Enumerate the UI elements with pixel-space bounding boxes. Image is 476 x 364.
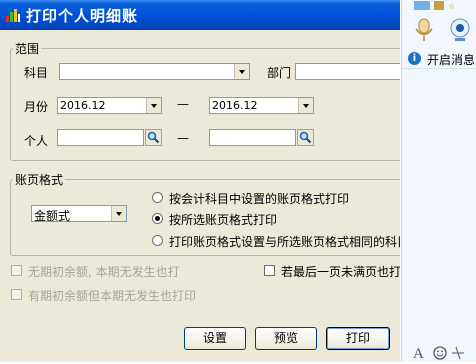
month-range-dash: — [177, 97, 189, 111]
font-icon: A [413, 346, 424, 361]
dialog-title: 打印个人明细账 [26, 7, 139, 25]
app-shortcut-icon: ☆ [414, 1, 456, 12]
chevron-down-icon[interactable] [146, 98, 161, 113]
notice-text[interactable]: 开启消息 [427, 51, 475, 68]
microphone-icon[interactable] [410, 16, 438, 44]
print-button[interactable]: 打印 [326, 327, 390, 350]
format-type-value: 金额式 [34, 209, 71, 223]
search-icon [299, 131, 312, 144]
radio-format-by-subject[interactable] [152, 192, 163, 203]
checkbox-has-open-no-occur[interactable] [11, 289, 22, 300]
info-icon: i [408, 52, 421, 65]
chevron-down-icon[interactable] [298, 98, 313, 113]
option-format-matching: 打印账页格式设置与所选账页格式相同的科目 [169, 235, 400, 249]
month-to-value: 2016.12 [212, 99, 258, 112]
format-legend: 账页格式 [15, 173, 64, 187]
person-from-input[interactable] [57, 129, 144, 146]
scissors-icon [452, 346, 464, 360]
person-range-dash: — [177, 131, 189, 145]
app-chart-icon [6, 9, 20, 22]
title-bar[interactable]: 打印个人明细账 [0, 0, 400, 30]
radio-format-selected[interactable] [152, 213, 163, 224]
month-from-select[interactable]: 2016.12 [57, 97, 162, 114]
dept-input[interactable] [295, 63, 400, 80]
month-label: 月份 [24, 100, 49, 114]
checkbox-no-open-no-occur[interactable] [11, 265, 22, 276]
dept-label: 部门 [267, 66, 292, 80]
option-format-selected: 按所选账页格式打印 [169, 213, 278, 227]
print-personal-ledger-dialog: 打印个人明细账 范围 科目 部门 月份 2016.12 — 2016.12 个人… [0, 0, 400, 362]
notification-icon-strip: ☆ [412, 0, 456, 12]
option-format-by-subject: 按会计科目中设置的账页格式打印 [169, 192, 350, 206]
month-from-value: 2016.12 [60, 99, 106, 112]
checkbox-last-page-partial-label: 若最后一页未满页也打 [281, 265, 400, 279]
camera-icon[interactable] [446, 16, 474, 44]
divider [402, 68, 476, 69]
month-to-select[interactable]: 2016.12 [209, 97, 314, 114]
subject-label: 科目 [24, 66, 49, 80]
chevron-down-icon[interactable] [234, 64, 249, 79]
side-panel: ☆ i 开启消息 A [401, 0, 476, 362]
chat-toolbar: A [412, 343, 476, 362]
checkbox-has-open-no-occur-label: 有期初余额但本期无发生也打印 [28, 289, 197, 303]
person-from-search-button[interactable] [145, 129, 162, 146]
person-to-search-button[interactable] [297, 129, 314, 146]
person-to-input[interactable] [209, 129, 296, 146]
range-legend: 范围 [15, 42, 40, 56]
person-label: 个人 [24, 134, 49, 148]
checkbox-no-open-no-occur-label: 无期初余额, 本期无发生也打 [28, 265, 180, 279]
format-type-select[interactable]: 金额式 [31, 205, 127, 223]
emoji-icon [433, 346, 447, 360]
settings-button[interactable]: 设置 [184, 327, 246, 350]
radio-format-matching[interactable] [152, 235, 163, 246]
preview-button[interactable]: 预览 [255, 327, 317, 350]
subject-select[interactable] [59, 63, 250, 80]
svg-text:☆: ☆ [448, 2, 454, 11]
checkbox-last-page-partial[interactable] [264, 265, 275, 276]
chevron-down-icon[interactable] [111, 206, 126, 221]
search-icon [147, 131, 160, 144]
